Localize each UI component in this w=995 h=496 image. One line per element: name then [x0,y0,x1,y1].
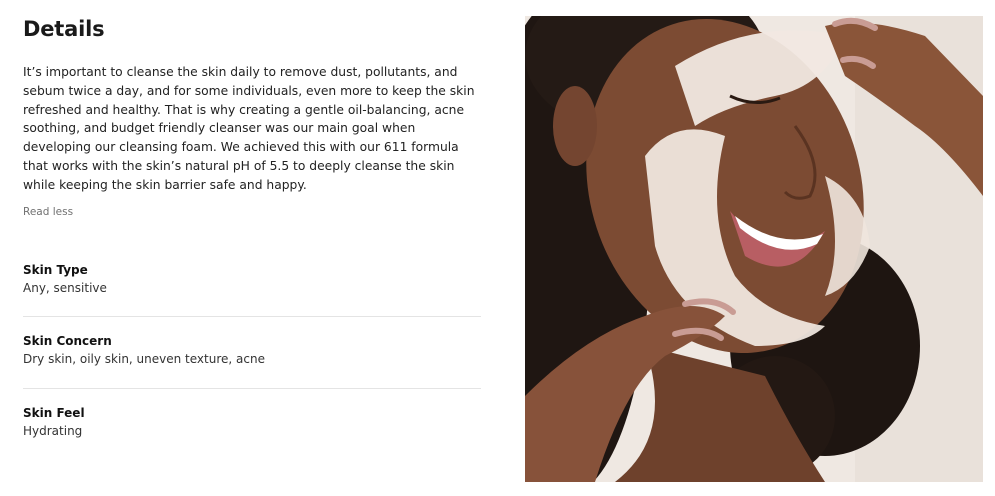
attribute-label: Skin Feel [23,406,85,420]
details-description: It’s important to cleanse the skin daily… [23,65,475,192]
attribute-skin-type: Skin Type Any, sensitive [23,261,481,297]
details-title: Details [23,17,105,41]
product-lifestyle-image [525,16,983,482]
attribute-skin-feel: Skin Feel Hydrating [23,404,481,440]
attribute-value: Dry skin, oily skin, uneven texture, acn… [23,352,265,366]
attribute-label: Skin Concern [23,334,112,348]
attribute-label: Skin Type [23,263,88,277]
attribute-skin-concern: Skin Concern Dry skin, oily skin, uneven… [23,332,481,368]
divider [23,388,481,389]
attribute-value: Any, sensitive [23,281,107,295]
woman-cleansing-face-illustration [525,16,983,482]
read-less-link[interactable]: Read less [23,206,73,218]
divider [23,316,481,317]
attribute-value: Hydrating [23,424,83,438]
